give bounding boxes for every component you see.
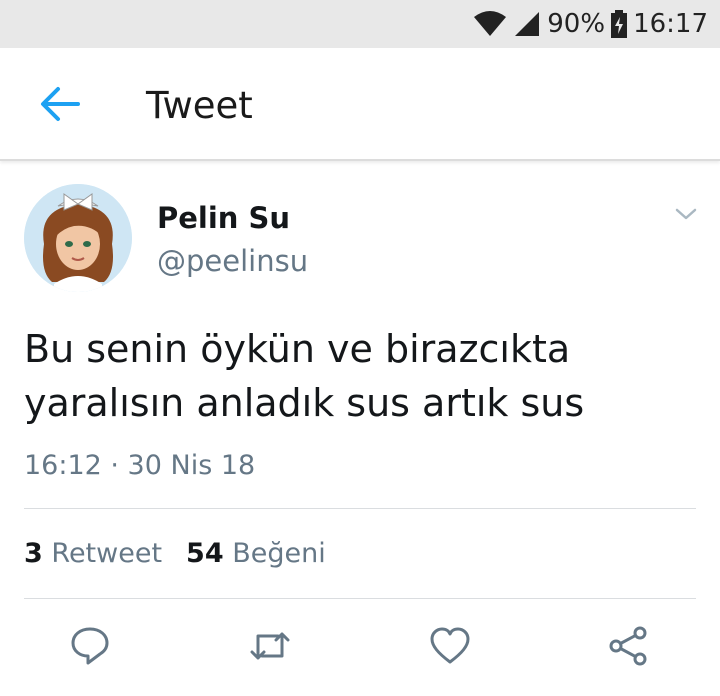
retweet-icon <box>250 632 290 660</box>
retweet-label: Retweet <box>51 538 163 569</box>
back-button[interactable] <box>36 82 84 126</box>
divider <box>24 508 696 509</box>
signal-icon <box>515 12 540 36</box>
tweet-timestamp: 16:12 · 30 Nis 18 <box>24 450 256 481</box>
battery-percent: 90% <box>547 9 606 39</box>
share-icon <box>609 626 647 666</box>
retweet-stat[interactable]: 3 Retweet <box>24 538 162 569</box>
status-bar: 90% 16:17 <box>0 0 720 48</box>
like-button[interactable] <box>428 624 472 668</box>
app-bar: Tweet <box>0 48 720 161</box>
tweet-text-line-1: Bu senin öykün ve birazcıkta <box>24 327 571 371</box>
reply-icon <box>71 627 109 665</box>
page-title: Tweet <box>146 84 253 127</box>
like-label: Beğeni <box>232 538 326 569</box>
author-name[interactable]: Pelin Su <box>157 201 290 235</box>
arrow-left-icon <box>41 87 80 121</box>
tweet-text-line-2: yaralısın anladık sus artık sus <box>24 381 585 425</box>
reply-button[interactable] <box>68 624 112 668</box>
wifi-icon <box>474 11 507 36</box>
heart-icon <box>430 627 470 664</box>
avatar[interactable] <box>24 184 132 292</box>
like-count: 54 <box>186 538 224 569</box>
author-handle[interactable]: @peelinsu <box>157 244 308 278</box>
avatar-image <box>24 184 132 292</box>
share-button[interactable] <box>606 624 650 668</box>
divider <box>24 598 696 599</box>
like-stat[interactable]: 54 Beğeni <box>186 538 326 569</box>
retweet-count: 3 <box>24 538 43 569</box>
tweet-stats: 3 Retweet 54 Beğeni <box>24 538 326 569</box>
retweet-button[interactable] <box>248 624 292 668</box>
tweet-actions <box>0 620 720 676</box>
tweet-menu-button[interactable] <box>672 200 700 228</box>
clock: 16:17 <box>633 9 708 39</box>
tweet-text: Bu senin öykün ve birazcıkta yaralısın a… <box>24 322 684 430</box>
battery-charging-icon <box>611 10 628 38</box>
chevron-down-icon <box>675 208 697 220</box>
